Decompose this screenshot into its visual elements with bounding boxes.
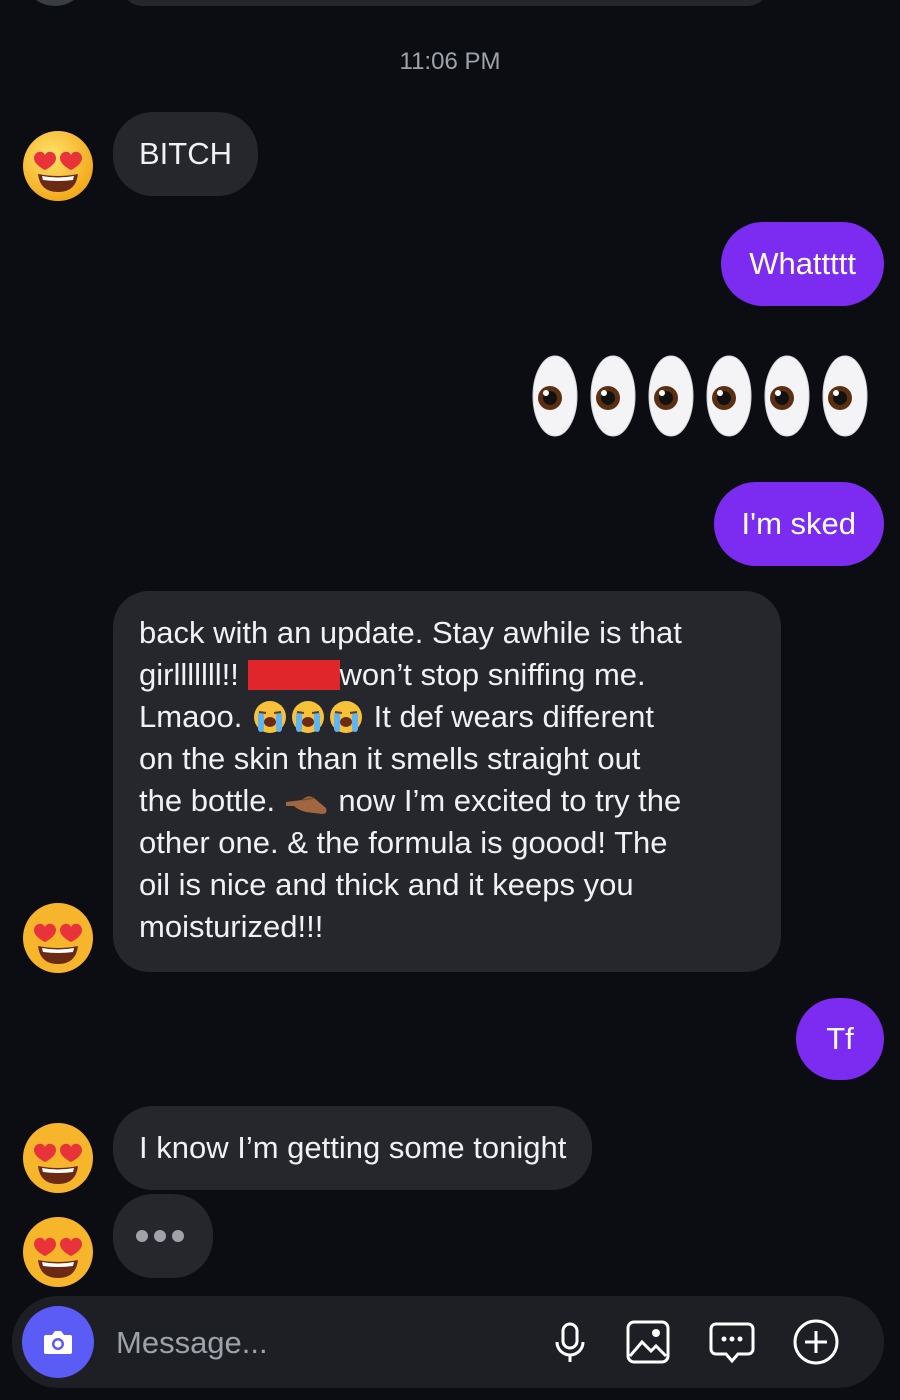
heart-eyes-emoji-icon	[23, 1123, 93, 1193]
message-line: other one. & the formula is goood! The	[139, 825, 668, 860]
chat-bubble-icon	[709, 1322, 755, 1364]
heart-eyes-avatar[interactable]	[20, 1120, 96, 1196]
message-timestamp: 11:06 PM	[399, 48, 501, 75]
microphone-button[interactable]	[544, 1316, 596, 1368]
message-text: girlllllll!!	[139, 657, 248, 692]
typing-dots	[136, 1230, 184, 1242]
message-line: girlllllll!! won’t stop sniffing me.	[139, 654, 757, 696]
eyes-emoji-icon	[532, 355, 578, 437]
message-text: won’t stop sniffing me.	[339, 657, 646, 692]
message-text: Lmaoo.	[139, 699, 252, 734]
eyes-emoji-icon	[822, 355, 868, 437]
heart-eyes-emoji-icon	[23, 131, 93, 201]
incoming-message-bubble[interactable]: BITCH	[113, 112, 258, 196]
microphone-icon	[555, 1322, 585, 1362]
outgoing-message-bubble[interactable]: I'm sked	[713, 482, 884, 566]
pinched-fingers-hand-icon	[284, 788, 330, 818]
previous-avatar	[30, 0, 80, 6]
outgoing-message-bubble[interactable]: Tf	[796, 998, 884, 1080]
heart-eyes-avatar[interactable]	[20, 1214, 96, 1290]
heart-eyes-avatar[interactable]	[20, 900, 96, 976]
message-text: I'm sked	[741, 506, 856, 541]
sticker-button[interactable]	[706, 1316, 758, 1368]
message-line: oil is nice and thick and it keeps you	[139, 867, 634, 902]
message-text: It def wears different	[365, 699, 654, 734]
eyes-emoji-message[interactable]	[530, 354, 878, 438]
loudly-crying-emoji-icon	[327, 700, 365, 734]
heart-eyes-emoji-icon	[23, 1217, 93, 1287]
typing-indicator	[113, 1194, 213, 1278]
eyes-emoji-icon	[648, 355, 694, 437]
incoming-message-bubble[interactable]: I know I’m getting some tonight	[113, 1106, 593, 1190]
heart-eyes-avatar[interactable]	[20, 128, 96, 204]
image-icon	[626, 1320, 670, 1364]
loudly-crying-emoji-icon	[251, 700, 289, 734]
message-line: the bottle. now I’m excited to try the	[139, 780, 757, 822]
message-text: the bottle.	[139, 783, 284, 818]
message-text: I know I’m getting some tonight	[139, 1130, 567, 1165]
message-line: moisturized!!!	[139, 909, 324, 944]
message-text: Whattttt	[749, 246, 856, 281]
message-text: now I’m excited to try the	[329, 783, 682, 818]
camera-icon	[44, 1331, 72, 1354]
incoming-message-bubble[interactable]: back with an update. Stay awhile is that…	[113, 591, 781, 972]
message-text: Tf	[826, 1021, 854, 1056]
eyes-emoji-icon	[706, 355, 752, 437]
message-composer	[12, 1296, 884, 1388]
message-line: on the skin than it smells straight out	[139, 741, 641, 776]
message-line: back with an update. Stay awhile is that	[139, 615, 682, 650]
eyes-emoji-icon	[764, 355, 810, 437]
message-line: Lmaoo. It def wears different	[139, 696, 757, 738]
gallery-button[interactable]	[622, 1316, 674, 1368]
previous-message-bubble	[120, 0, 770, 6]
loudly-crying-emoji-icon	[289, 700, 327, 734]
eyes-emoji-icon	[590, 355, 636, 437]
heart-eyes-emoji-icon	[23, 903, 93, 973]
more-options-button[interactable]	[790, 1316, 842, 1368]
plus-icon	[793, 1319, 839, 1365]
camera-button[interactable]	[22, 1306, 94, 1378]
redaction-block	[247, 660, 340, 690]
message-text: BITCH	[139, 136, 232, 171]
outgoing-message-bubble[interactable]: Whattttt	[721, 222, 884, 306]
message-input[interactable]	[114, 1320, 538, 1366]
